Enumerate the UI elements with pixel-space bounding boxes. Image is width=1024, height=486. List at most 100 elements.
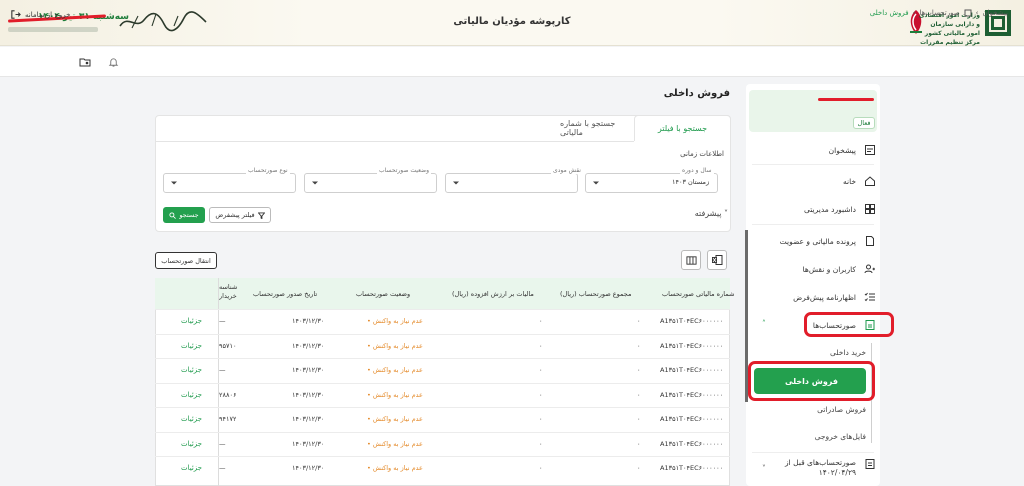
sidebar-item-sublabel: ۱۴۰۲/۰۴/۲۹	[818, 468, 856, 477]
invoice-status-select[interactable]	[304, 173, 437, 193]
cell-total: ۰	[637, 390, 641, 399]
chevron-up-icon[interactable]: ˄	[762, 319, 766, 328]
list-check-icon	[864, 292, 875, 302]
breadcrumb: پیشخوان ‹ صورتحساب‌ها ‹ فروش داخلی	[870, 9, 1008, 17]
cell-buyer-id: ۹۴۱۷۲	[219, 415, 237, 423]
table-row[interactable]	[155, 309, 730, 334]
cell-tax-id: A1۳۵۱T۰۴EC۶۰۰۰۰۰۰	[660, 341, 724, 350]
chevron-down-icon[interactable]: ˅	[762, 464, 766, 473]
sidebar-item-label: اظهارنامه پیش‌فرض	[793, 292, 856, 302]
divider	[752, 164, 874, 165]
folder-user-icon[interactable]	[79, 56, 91, 68]
column-header-buyer-id[interactable]: شناسه خریدار	[219, 283, 239, 301]
cell-issue-date: ۱۴۰۳/۱۲/۳۰	[292, 415, 325, 423]
columns-button[interactable]	[681, 250, 701, 270]
sidebar-item-label: کاربران و نقش‌ها	[802, 264, 856, 274]
tab-filter-search[interactable]: جستجو با فیلتر	[634, 115, 731, 141]
status-badge: • عدم نیاز به واکنش	[367, 391, 423, 399]
sidebar-item-default-declaration[interactable]: اظهارنامه پیش‌فرض	[750, 286, 876, 308]
cell-buyer-id: —	[219, 317, 226, 325]
cell-vat: ۰	[539, 464, 543, 472]
submenu-item-output-files[interactable]: فایل‌های خروجی	[756, 432, 866, 441]
table-row[interactable]	[155, 358, 730, 383]
cell-issue-date: ۱۴۰۳/۱۲/۳۰	[292, 317, 325, 325]
cell-tax-id: A1۳۵۱T۰۴EC۶۰۰۰۰۰۰	[660, 415, 724, 423]
cell-total: ۰	[637, 439, 641, 448]
column-header-total[interactable]: مجموع صورتحساب (ریال)	[560, 290, 631, 298]
details-link[interactable]: جزئیات	[181, 464, 202, 472]
details-link[interactable]: جزئیات	[181, 415, 202, 423]
advanced-search-toggle[interactable]: پیشرفته ˅	[670, 209, 728, 218]
sidebar-item-tax-file[interactable]: پرونده مالیاتی و عضویت	[750, 230, 876, 252]
sidebar-item-dashboard[interactable]: پیشخوان	[750, 139, 876, 161]
details-link[interactable]: جزئیات	[181, 391, 202, 399]
cell-issue-date: ۱۴۰۳/۱۲/۳۰	[292, 366, 325, 374]
sidebar-item-old-invoices[interactable]: ˅ صورتحساب‌های قبل از ۱۴۰۲/۰۴/۲۹	[750, 458, 876, 484]
cell-issue-date: ۱۴۰۳/۱۲/۳۰	[292, 341, 325, 350]
table-row[interactable]	[155, 407, 730, 432]
details-link[interactable]: جزئیات	[181, 342, 202, 350]
cell-vat: ۰	[539, 415, 543, 423]
status-text: عدم نیاز به واکنش	[372, 317, 423, 325]
table-row[interactable]	[155, 333, 730, 359]
cell-tax-id: A1۳۵۱T۰۴EC۶۰۰۰۰۰۰	[660, 317, 724, 325]
details-link[interactable]: جزئیات	[181, 366, 202, 374]
taxpayer-role-select[interactable]	[445, 173, 578, 193]
sidebar-item-management-dashboard[interactable]: داشبورد مدیریتی	[750, 198, 876, 220]
table-row[interactable]	[155, 382, 730, 408]
dashboard-icon	[865, 145, 875, 155]
column-header-tax-id[interactable]: شماره مالیاتی صورتحساب	[662, 290, 734, 298]
submenu-item-export-sales[interactable]: فروش صادراتی	[756, 405, 866, 414]
details-link[interactable]: جزئیات	[181, 317, 202, 325]
sidebar-item-home[interactable]: خانه	[750, 170, 876, 192]
breadcrumb-item[interactable]: صورتحساب‌ها	[919, 9, 959, 17]
breadcrumb-separator-icon: ‹	[912, 9, 916, 17]
search-button[interactable]: جستجو	[163, 207, 205, 223]
submenu-item-domestic-purchase[interactable]: خرید داخلی	[756, 348, 866, 357]
divider	[752, 452, 874, 453]
table-row[interactable]	[155, 456, 730, 481]
sidebar-item-label: پیشخوان	[828, 145, 856, 155]
section-heading: اطلاعات زمانی	[680, 150, 724, 158]
notification-bell-icon[interactable]	[108, 57, 119, 68]
cell-vat: ۰	[539, 317, 543, 325]
cell-total: ۰	[637, 317, 641, 325]
cell-tax-id: A1۳۵۱T۰۴EC۶۰۰۰۰۰۰	[660, 366, 724, 374]
tab-tax-number-search[interactable]: جستجو با شماره مالیاتی	[560, 115, 634, 141]
field-label: سال و دوره	[680, 167, 714, 174]
field-label: نوع صورتحساب	[246, 167, 290, 174]
status-badge: • عدم نیاز به واکنش	[367, 464, 423, 472]
chevron-down-icon	[171, 181, 177, 185]
receipt-icon	[964, 9, 972, 17]
invoice-type-select[interactable]	[163, 173, 296, 193]
details-link[interactable]: جزئیات	[181, 440, 202, 448]
status-text: عدم نیاز به واکنش	[372, 415, 423, 423]
field-label: وضعیت صورتحساب	[377, 167, 431, 174]
status-text: عدم نیاز به واکنش	[372, 341, 423, 350]
column-header-status[interactable]: وضعیت صورتحساب	[356, 290, 410, 298]
cell-issue-date: ۱۴۰۳/۱۲/۳۰	[292, 390, 325, 399]
status-text: عدم نیاز به واکنش	[372, 366, 423, 374]
user-status-badge: فعال	[853, 117, 875, 129]
default-filter-button[interactable]: فیلتر پیشفرض	[209, 207, 271, 223]
export-excel-button[interactable]	[707, 250, 727, 270]
logout-button[interactable]: خروج از سامانه	[10, 9, 70, 20]
redacted-text	[8, 27, 98, 32]
page-title: فروش داخلی	[663, 88, 730, 99]
cell-buyer-id: ۲۸۸۰۶	[219, 390, 237, 399]
status-text: عدم نیاز به واکنش	[372, 390, 423, 399]
app-title: کارپوشه مؤدیان مالیاتی	[453, 16, 571, 27]
status-badge: • عدم نیاز به واکنش	[367, 342, 423, 350]
logout-icon	[11, 10, 21, 19]
cell-total: ۰	[637, 366, 641, 374]
transfer-invoice-button[interactable]: انتقال صورتحساب	[155, 252, 217, 269]
search-icon	[169, 211, 177, 219]
breadcrumb-item[interactable]: پیشخوان	[982, 9, 1008, 17]
column-header-vat[interactable]: مالیات بر ارزش افزوده (ریال)	[452, 290, 534, 298]
table-row[interactable]	[155, 431, 730, 457]
sidebar-item-users-roles[interactable]: کاربران و نقش‌ها	[750, 258, 876, 280]
column-header-issue-date[interactable]: تاریخ صدور صورتحساب	[253, 290, 317, 298]
receipt-icon	[865, 459, 875, 469]
breadcrumb-separator-icon: ‹	[975, 9, 979, 17]
divider	[752, 224, 874, 225]
